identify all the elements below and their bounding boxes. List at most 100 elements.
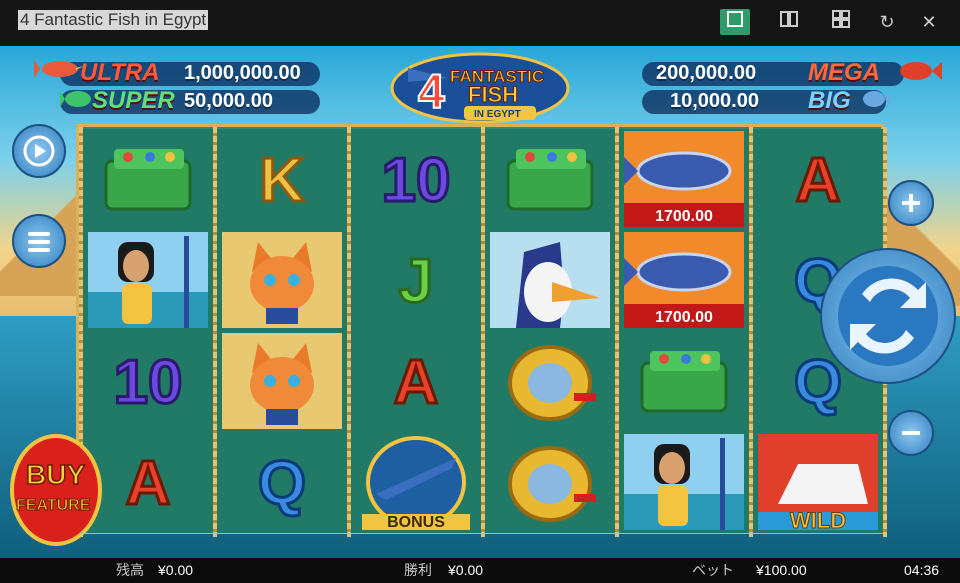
tacklebox-icon [640,351,728,413]
pelican-icon [490,232,610,328]
window-title: 4 Fantastic Fish in Egypt [18,10,209,30]
ten-icon: 10 [112,347,184,419]
status-bar: 残高 ¥0.00 勝利 ¥0.00 ベット ¥100.00 04:36 [0,558,960,583]
marlin-icon [34,60,84,78]
jackpot-mega-value: 200,000.00 [656,62,757,84]
win-value: ¥0.00 [448,562,484,578]
game-logo: 4 FANTASTIC FISH IN EGYPT [388,48,572,124]
symbol-letter: 10 [114,348,183,417]
buy-feature-badge-icon: BUY FEATURE [10,434,102,546]
grid-view-button[interactable] [826,9,856,35]
refresh-icon: ↻ [879,12,895,32]
symbol-a: A [753,129,883,229]
q-icon: Q [256,448,307,520]
symbol-letter: J [399,247,433,316]
autoplay-icon [23,135,55,167]
symbol-tacklebox [83,129,213,229]
tacklebox-icon [104,149,192,211]
prize-label: 1700.00 [655,208,713,225]
symbol-k: K [217,129,347,229]
wild-icon: WILD [758,434,878,530]
buy-feature-line2: FEATURE [16,497,91,514]
plus-icon [902,194,920,212]
a-icon: A [794,145,842,217]
buy-feature-button[interactable]: BUY FEATURE [6,430,106,548]
logo-line2: FISH [468,82,518,107]
buy-feature-line1: BUY [26,459,85,490]
ten-icon: 10 [380,145,452,217]
close-button[interactable]: ✕ [914,9,944,35]
logo-line3: IN EGYPT [474,109,521,120]
reel-icon [508,345,596,421]
balance-label: 残高 [116,562,144,578]
symbol-q: Q [217,432,347,532]
reel-divider [213,127,217,537]
reel-icon [508,446,596,522]
j-icon: J [397,246,434,318]
symbol-cat [217,331,347,431]
split-view-button[interactable] [774,9,804,35]
cleopatra-icon [624,434,744,530]
k-icon: K [258,145,306,217]
green-fish-icon [60,91,91,107]
reel-4 [485,129,615,533]
jackpot-ultra-value: 1,000,000.00 [184,62,301,84]
symbol-tacklebox [485,129,615,229]
reel-divider [347,127,351,537]
logo-number: 4 [418,66,445,119]
reel-2: KQ [217,129,347,533]
symbol-pelican [485,230,615,330]
bonus-label: BONUS [387,514,445,530]
symbol-cat [217,230,347,330]
menu-button[interactable] [12,214,66,268]
split-view-icon [780,11,798,27]
minus-icon [902,431,920,435]
symbol-letter: K [260,146,305,215]
single-view-button[interactable] [720,9,750,35]
symbol-letter: A [394,348,439,417]
tuna-icon: 1700.00 [624,131,744,227]
symbol-tuna: 1700.00 [619,230,749,330]
symbol-tacklebox [619,331,749,431]
jackpot-big-name: BIG [808,87,851,114]
bet-increase-button[interactable] [888,180,934,226]
jackpot-super-value: 50,000.00 [184,90,273,112]
a-icon: A [392,347,440,419]
bet-label: ベット [692,562,734,578]
refresh-button[interactable]: ↻ [872,9,902,35]
reel-3: 10 J A BONUS [351,129,481,533]
tuna-icon: 1700.00 [624,232,744,328]
autoplay-button[interactable] [12,124,66,178]
symbol-letter: Q [258,449,306,518]
jackpot-big-value: 10,000.00 [670,90,759,112]
grid-view-icon [832,10,850,28]
cleopatra-icon [88,232,208,328]
spin-button[interactable] [820,248,956,384]
reel-divider [749,127,753,537]
wild-label: WILD [790,508,846,530]
symbol-ten: 10 [351,129,481,229]
symbol-letter: A [796,146,841,215]
bonus-icon: BONUS [362,436,470,530]
symbol-tuna: 1700.00 [619,129,749,229]
reels-area: 10 A K Q 10 J A BONUS 1700.00 1700.00 A Q Q WILD [76,124,887,537]
blue-fish-icon [863,91,890,107]
cat-icon [222,232,342,328]
tacklebox-icon [506,149,594,211]
symbol-j: J [351,230,481,330]
bet-decrease-button[interactable] [888,410,934,456]
jackpot-ultra-name: ULTRA [80,59,160,86]
symbol-ten: 10 [83,331,213,431]
symbol-bonus: BONUS [351,432,481,532]
a-icon: A [124,448,172,520]
symbol-letter: A [126,449,171,518]
close-icon: ✕ [921,12,937,32]
menu-icon [28,232,50,252]
prize-label: 1700.00 [655,309,713,326]
single-view-icon [727,11,743,27]
game-canvas: ULTRA 1,000,000.00 SUPER 50,000.00 200,0… [0,46,960,558]
red-fish-icon [900,62,942,80]
cat-icon [222,333,342,429]
jackpot-super-name: SUPER [92,87,175,114]
symbol-reel [485,331,615,431]
